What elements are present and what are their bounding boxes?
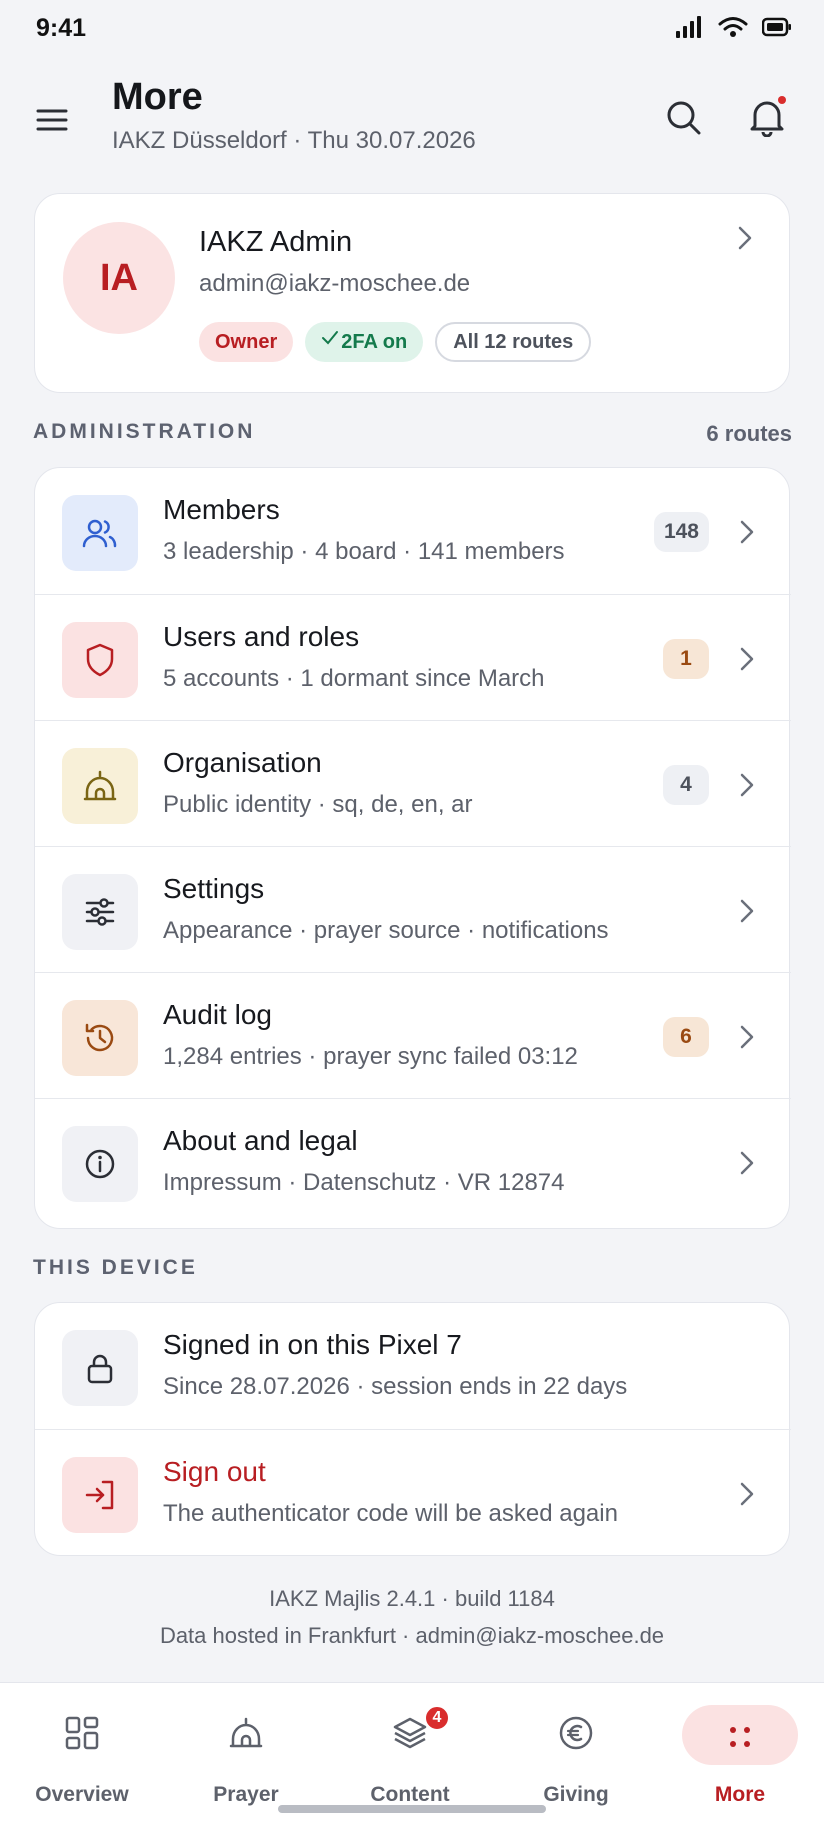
owner-badge: Owner <box>199 322 294 362</box>
chevron-right-icon <box>737 1023 757 1051</box>
audit-log-title: Audit log <box>163 999 272 1030</box>
status-bar: 9:41 <box>0 0 824 60</box>
nav-more-label: More <box>714 1783 766 1806</box>
device-session-title: Signed in on this Pixel 7 <box>163 1329 462 1360</box>
nav-prayer[interactable]: Prayer <box>164 1683 328 1806</box>
members-title: Members <box>163 494 280 525</box>
sign-out-subtitle: The authenticator code will be asked aga… <box>163 1500 618 1527</box>
administration-label: ADMINISTRATION <box>33 420 256 443</box>
lock-icon <box>62 1330 138 1406</box>
twofa-label: 2FA on <box>341 330 408 353</box>
shield-icon <box>62 622 138 698</box>
nav-overview[interactable]: Overview <box>0 1683 164 1806</box>
settings-subtitle: Appearance · prayer source · notificatio… <box>163 917 609 944</box>
nav-prayer-label: Prayer <box>213 1783 279 1806</box>
routes-badge: All 12 routes <box>435 322 592 362</box>
audit-log-count: 6 <box>663 1017 709 1057</box>
chevron-right-icon <box>737 897 757 925</box>
wifi-icon <box>718 17 748 37</box>
organisation-subtitle: Public identity · sq, de, en, ar <box>163 791 473 818</box>
page-title: More <box>112 76 203 118</box>
nav-giving-label: Giving <box>543 1783 609 1806</box>
organisation-title: Organisation <box>163 747 322 778</box>
data-hosting-note: Data hosted in Frankfurt · admin@iakz-mo… <box>159 1623 665 1648</box>
chevron-right-icon <box>737 645 757 673</box>
users-roles-row[interactable]: Users and roles 5 accounts · 1 dormant s… <box>35 594 791 720</box>
mosque-icon <box>226 1713 266 1753</box>
users-roles-count: 1 <box>663 639 709 679</box>
check-icon <box>322 331 339 345</box>
notifications-button[interactable] <box>742 90 792 144</box>
status-icons <box>676 16 792 38</box>
status-time: 9:41 <box>36 14 87 42</box>
administration-count: 6 routes <box>706 421 792 446</box>
device-session-subtitle: Since 28.07.2026 · session ends in 22 da… <box>163 1373 628 1400</box>
nav-giving[interactable]: Giving <box>494 1683 658 1806</box>
organisation-count: 4 <box>663 765 709 805</box>
chevron-right-icon <box>737 518 757 546</box>
battery-icon <box>762 17 791 37</box>
notification-dot <box>778 96 786 104</box>
profile-email: admin@iakz-moschee.de <box>199 270 471 297</box>
dots-icon <box>720 1717 760 1757</box>
profile-chips: Owner 2FA on All 12 routes <box>199 322 592 362</box>
content-badge: 4 <box>424 1705 450 1731</box>
page-subtitle: IAKZ Düsseldorf · Thu 30.07.2026 <box>112 127 476 154</box>
about-legal-title: About and legal <box>163 1125 358 1156</box>
organisation-row[interactable]: Organisation Public identity · sq, de, e… <box>35 720 791 846</box>
info-icon <box>62 1126 138 1202</box>
audit-log-row[interactable]: Audit log 1,284 entries · prayer sync fa… <box>35 972 791 1098</box>
signal-icon <box>676 16 701 38</box>
settings-row[interactable]: Settings Appearance · prayer source · no… <box>35 846 791 972</box>
twofa-badge: 2FA on <box>305 322 424 362</box>
profile-name: IAKZ Admin <box>199 226 353 258</box>
nav-overview-label: Overview <box>35 1783 129 1806</box>
about-legal-row[interactable]: About and legal Impressum · Datenschutz … <box>35 1098 791 1230</box>
members-subtitle: 3 leadership · 4 board · 141 members <box>163 538 565 565</box>
settings-title: Settings <box>163 873 265 904</box>
home-indicator <box>278 1805 546 1813</box>
members-row[interactable]: Members 3 leadership · 4 board · 141 mem… <box>35 468 791 594</box>
sliders-icon <box>62 874 138 950</box>
avatar: IA <box>63 222 175 334</box>
users-roles-title: Users and roles <box>163 621 360 652</box>
chevron-right-icon <box>737 1149 757 1177</box>
users-roles-subtitle: 5 accounts · 1 dormant since March <box>163 665 545 692</box>
people-icon <box>62 495 138 571</box>
history-icon <box>62 1000 138 1076</box>
app-version: IAKZ Majlis 2.4.1 · build 1184 <box>269 1586 555 1611</box>
sign-out-row[interactable]: Sign out The authenticator code will be … <box>35 1429 791 1557</box>
device-list: Signed in on this Pixel 7 Since 28.07.20… <box>34 1302 791 1557</box>
chevron-right-icon <box>737 771 757 799</box>
sign-out-icon <box>62 1457 138 1533</box>
nav-content-label: Content <box>370 1783 450 1806</box>
app-bar: More IAKZ Düsseldorf · Thu 30.07.2026 <box>0 60 824 170</box>
grid-icon <box>62 1713 102 1753</box>
device-session-row: Signed in on this Pixel 7 Since 28.07.20… <box>35 1303 791 1429</box>
chevron-right-icon <box>735 224 755 252</box>
menu-icon <box>36 109 68 131</box>
euro-icon <box>556 1713 596 1753</box>
profile-card[interactable]: IA IAKZ Admin admin@iakz-moschee.de Owne… <box>34 193 790 393</box>
device-label: THIS DEVICE <box>33 1256 198 1279</box>
menu-button[interactable] <box>30 98 74 142</box>
administration-list: Members 3 leadership · 4 board · 141 mem… <box>34 467 791 1230</box>
search-icon <box>667 101 701 135</box>
mosque-icon <box>62 748 138 824</box>
search-button[interactable] <box>660 92 708 144</box>
nav-more[interactable]: More <box>658 1683 822 1806</box>
nav-content[interactable]: 4 Content <box>328 1683 492 1806</box>
members-count: 148 <box>653 512 709 552</box>
audit-log-subtitle: 1,284 entries · prayer sync failed 03:12 <box>163 1043 578 1070</box>
about-legal-subtitle: Impressum · Datenschutz · VR 12874 <box>163 1169 565 1196</box>
sign-out-title: Sign out <box>163 1456 266 1487</box>
chevron-right-icon <box>737 1480 757 1508</box>
